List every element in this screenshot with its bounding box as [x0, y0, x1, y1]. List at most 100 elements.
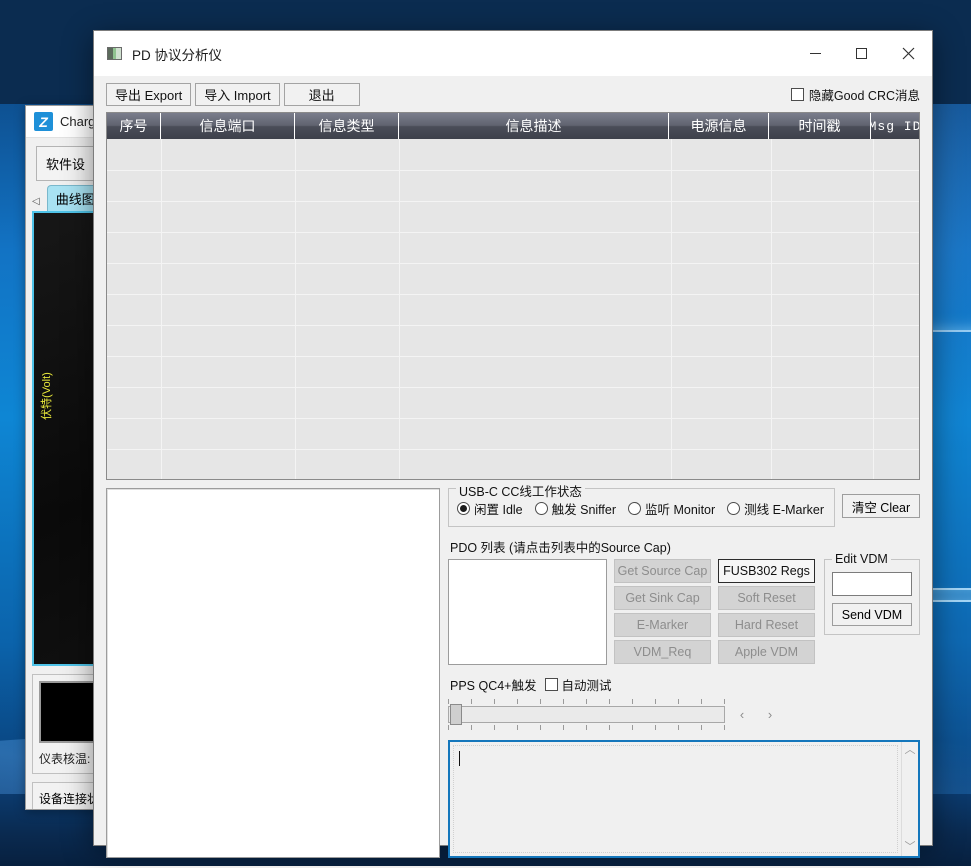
slider-tick: [494, 699, 495, 704]
hide-good-crc-label: 隐藏Good CRC消息: [809, 85, 920, 104]
cc-mode-idle-label: 闲置 Idle: [474, 499, 523, 518]
slider-tick: [678, 699, 679, 704]
export-button[interactable]: 导出 Export: [106, 83, 191, 106]
background-app-title: Charg: [60, 114, 95, 129]
slider-tick: [632, 699, 633, 704]
hide-good-crc-checkbox-box[interactable]: [791, 88, 804, 101]
edit-vdm-title: Edit VDM: [832, 552, 891, 566]
auto-test-label: 自动测试: [562, 675, 612, 694]
slider-tick: [609, 699, 610, 704]
table-grid-row: [107, 418, 919, 419]
pdo-button-e-marker: E-Marker: [614, 613, 711, 637]
table-header-1[interactable]: 序号: [107, 113, 161, 139]
radio-monitor-icon[interactable]: [628, 502, 641, 515]
vdm-input[interactable]: [832, 572, 912, 596]
table-header-2[interactable]: 信息端口: [161, 113, 295, 139]
pdo-buttons-left: Get Source CapGet Sink CapE-MarkerVDM_Re…: [614, 559, 711, 664]
pdo-button-apple-vdm: Apple VDM: [718, 640, 815, 664]
table-grid-row: [107, 170, 919, 171]
pdo-row: Get Source CapGet Sink CapE-MarkerVDM_Re…: [448, 559, 920, 665]
slider-tick: [655, 699, 656, 704]
pdo-button-get-source-cap: Get Source Cap: [614, 559, 711, 583]
message-table[interactable]: 序号信息端口信息类型信息描述电源信息时间戳Msg ID: [106, 112, 920, 480]
pps-prev-button[interactable]: ‹: [731, 703, 753, 725]
cc-mode-emarker-label: 测线 E-Marker: [744, 499, 824, 518]
table-header-7[interactable]: Msg ID: [871, 113, 919, 139]
cc-mode-emarker[interactable]: 测线 E-Marker: [727, 499, 824, 518]
close-button[interactable]: [884, 31, 932, 76]
slider-tick: [701, 725, 702, 730]
auto-test-checkbox[interactable]: 自动测试: [545, 675, 612, 694]
scroll-down-icon[interactable]: ﹀: [905, 842, 916, 853]
table-header-4[interactable]: 信息描述: [399, 113, 669, 139]
table-header-5[interactable]: 电源信息: [669, 113, 769, 139]
table-grid-col: [671, 139, 672, 479]
text-caret: [459, 751, 460, 766]
edit-vdm-group: Edit VDM Send VDM: [824, 559, 920, 635]
radio-emarker-icon[interactable]: [727, 502, 740, 515]
cc-mode-idle[interactable]: 闲置 Idle: [457, 499, 523, 518]
cc-mode-sniffer-label: 触发 Sniffer: [552, 499, 616, 518]
minimize-button[interactable]: [792, 31, 838, 76]
message-table-body[interactable]: [107, 139, 919, 479]
table-grid-row: [107, 201, 919, 202]
radio-idle-icon[interactable]: [457, 502, 470, 515]
window-title: PD 协议分析仪: [132, 44, 222, 64]
pps-next-button[interactable]: ›: [759, 703, 781, 725]
message-detail-panel[interactable]: [106, 488, 440, 858]
pdo-button-get-sink-cap: Get Sink Cap: [614, 586, 711, 610]
pdo-buttons-right: FUSB302 RegsSoft ResetHard ResetApple VD…: [718, 559, 815, 664]
slider-tick: [724, 725, 725, 730]
slider-tick: [724, 699, 725, 704]
table-grid-row: [107, 263, 919, 264]
table-grid-row: [107, 232, 919, 233]
pps-slider-thumb[interactable]: [450, 704, 462, 725]
pps-label: PPS QC4+触发: [450, 675, 537, 694]
maximize-button[interactable]: [838, 31, 884, 76]
table-header-6[interactable]: 时间戳: [769, 113, 871, 139]
cc-mode-monitor[interactable]: 监听 Monitor: [628, 499, 715, 518]
table-grid-col: [873, 139, 874, 479]
table-header-3[interactable]: 信息类型: [295, 113, 399, 139]
tab-scroll-left-icon[interactable]: ◁: [32, 196, 44, 211]
window-controls: [792, 31, 932, 76]
lower-area: USB-C CC线工作状态 闲置 Idle 触发 Sniffer 监听 M: [94, 480, 932, 868]
pps-slider-track[interactable]: [448, 706, 725, 723]
hide-good-crc-checkbox[interactable]: 隐藏Good CRC消息: [791, 85, 920, 104]
table-grid-row: [107, 449, 919, 450]
cc-mode-sniffer[interactable]: 触发 Sniffer: [535, 499, 616, 518]
clear-button[interactable]: 清空 Clear: [842, 494, 920, 518]
table-grid-col: [161, 139, 162, 479]
radio-sniffer-icon[interactable]: [535, 502, 548, 515]
slider-tick: [586, 699, 587, 704]
cc-status-group-title: USB-C CC线工作状态: [456, 481, 585, 500]
pps-slider[interactable]: [448, 696, 725, 732]
pps-slider-ticks-top: [448, 699, 725, 704]
table-grid-row: [107, 294, 919, 295]
window-titlebar[interactable]: PD 协议分析仪: [94, 31, 932, 76]
pd-analyzer-window[interactable]: PD 协议分析仪 导出 Export 导入 Import 退出 隐藏Good C…: [93, 30, 933, 846]
pdo-button-soft-reset: Soft Reset: [718, 586, 815, 610]
pdo-list[interactable]: [448, 559, 607, 665]
pps-row: PPS QC4+触发 自动测试: [450, 675, 920, 694]
table-grid-row: [107, 356, 919, 357]
pdo-button-fusb302-regs[interactable]: FUSB302 Regs: [718, 559, 815, 583]
import-button[interactable]: 导入 Import: [195, 83, 279, 106]
slider-tick: [563, 699, 564, 704]
pps-slider-ticks-bottom: [448, 725, 725, 730]
close-icon: [902, 47, 915, 60]
log-textarea[interactable]: ︿ ﹀: [448, 740, 920, 858]
table-grid-col: [295, 139, 296, 479]
auto-test-checkbox-box[interactable]: [545, 678, 558, 691]
send-vdm-button[interactable]: Send VDM: [832, 603, 912, 626]
slider-tick: [655, 725, 656, 730]
slider-tick: [586, 725, 587, 730]
slider-tick: [517, 699, 518, 704]
slider-tick: [678, 725, 679, 730]
log-text-content[interactable]: [453, 745, 898, 853]
slider-tick: [563, 725, 564, 730]
slider-tick: [448, 699, 449, 704]
exit-button[interactable]: 退出: [284, 83, 360, 106]
log-scrollbar[interactable]: ︿ ﹀: [901, 742, 918, 856]
scroll-up-icon[interactable]: ︿: [905, 745, 916, 756]
